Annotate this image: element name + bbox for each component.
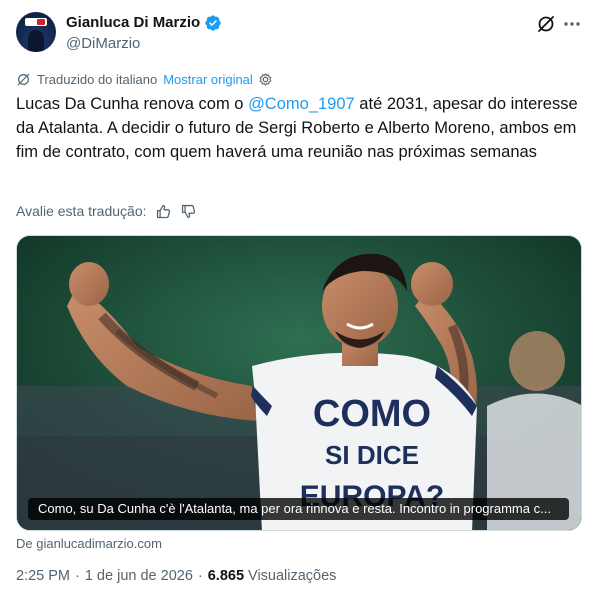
tweet-text-before: Lucas Da Cunha renova com o [16,95,249,113]
translation-label: Traduzido do italiano [37,71,158,87]
media-image[interactable]: COMO SI DICE EUROPA? [16,235,582,531]
link-source[interactable]: De gianlucadimarzio.com [16,536,162,551]
tweet-text: Lucas Da Cunha renova com o @Como_1907 a… [16,92,582,164]
tweet-time[interactable]: 2:25 PM [16,568,70,584]
media-caption[interactable]: Como, su Da Cunha c'è l'Atalanta, ma per… [28,498,569,520]
translation-row: Traduzido do italiano Mostrar original [16,70,273,88]
settings-icon[interactable] [258,72,273,87]
views-count: 6.865 [207,568,245,584]
tweet-meta: 2:25 PM · 1 de jun de 2026 · 6.865 Visua… [16,568,336,584]
photo-scene: COMO SI DICE EUROPA? [17,236,581,530]
separator-dot: · [197,568,203,584]
author-name[interactable]: Gianluca Di Marzio [66,14,200,32]
show-original-link[interactable]: Mostrar original [163,72,253,87]
tweet-date[interactable]: 1 de jun de 2026 [85,568,193,584]
mention-link[interactable]: @Como_1907 [248,95,355,113]
author-handle[interactable]: @DiMarzio [66,35,140,53]
avatar-person [28,30,44,52]
separator-dot: · [75,568,80,584]
more-icon[interactable] [562,14,582,34]
author-name-row[interactable]: Gianluca Di Marzio [66,14,222,32]
rate-translation-row: Avalie esta tradução: [16,201,197,221]
thumbs-down-icon[interactable] [180,203,197,220]
rate-translation-label: Avalie esta tradução: [16,203,147,219]
views-label: Visualizações [248,568,337,584]
grok-icon[interactable] [536,14,556,34]
verified-badge-icon [205,15,221,31]
sky-sport-logo [25,18,47,26]
thumbs-up-icon[interactable] [155,203,172,220]
avatar[interactable] [16,12,56,52]
translate-icon [17,73,30,85]
shirt-text-line1: COMO [313,393,431,435]
shirt-text-line2: SI DICE [325,440,419,470]
